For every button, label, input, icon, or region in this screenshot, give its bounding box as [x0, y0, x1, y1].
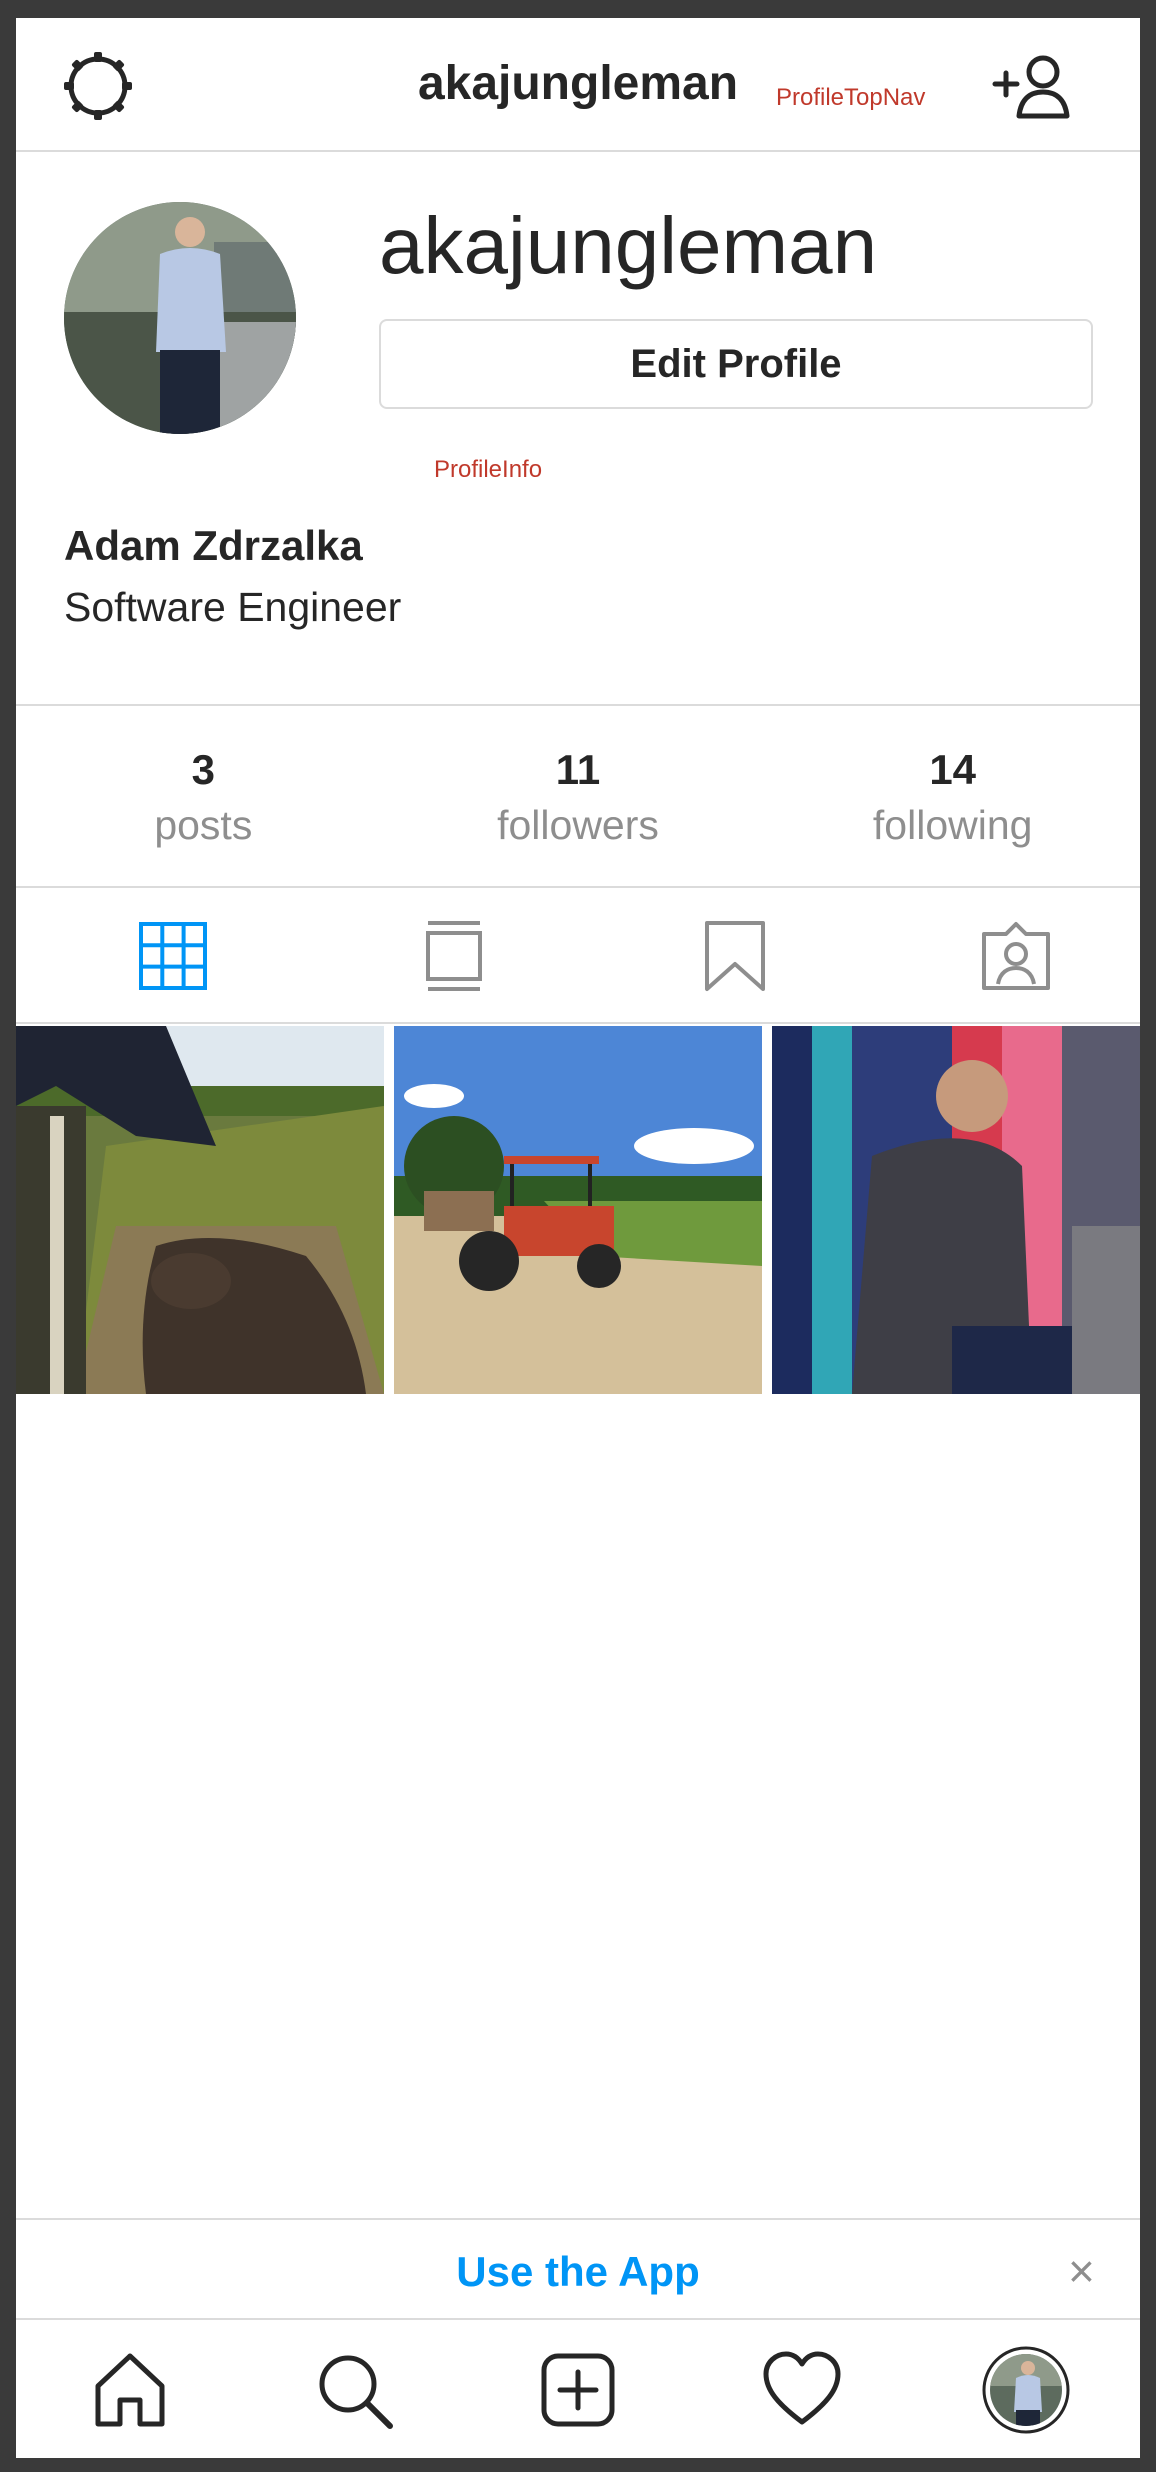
nav-username-title: akajungleman — [417, 57, 739, 110]
stat-posts-label: posts — [154, 802, 253, 848]
close-icon[interactable]: × — [1068, 2244, 1095, 2298]
edit-profile-button[interactable]: Edit Profile — [379, 319, 1093, 409]
use-app-link[interactable]: Use the App — [16, 2248, 1140, 2296]
app-frame: akajungleman ProfileTopNav akajungleman … — [16, 18, 1140, 2458]
grid-photo-2[interactable] — [394, 1026, 762, 1394]
profile-info: akajungleman Edit Profile ProfileInfo Ad… — [16, 154, 1140, 706]
profile-username: akajungleman — [379, 201, 878, 290]
feed-icon — [425, 921, 482, 991]
stat-posts: 3 posts — [16, 708, 391, 886]
tab-feed[interactable] — [313, 890, 594, 1022]
bookmark-icon — [704, 921, 765, 991]
photo-tractor — [394, 1026, 762, 1394]
stat-following-count: 14 — [929, 746, 977, 793]
tab-grid[interactable] — [32, 890, 313, 1022]
stat-followers-label: followers — [497, 802, 659, 848]
profile-avatar[interactable] — [64, 202, 296, 434]
tagged-icon — [981, 922, 1050, 990]
home-icon[interactable] — [90, 2350, 170, 2430]
tab-saved[interactable] — [594, 890, 875, 1022]
debug-label-top-nav: ProfileTopNav — [776, 84, 926, 111]
debug-label-profile-info: ProfileInfo — [434, 456, 543, 483]
heart-icon[interactable] — [762, 2350, 842, 2430]
stat-following-label: following — [872, 802, 1033, 848]
profile-avatar-icon[interactable] — [982, 2346, 1070, 2434]
profile-bio: Software Engineer — [64, 584, 402, 630]
photo-donkey — [16, 1026, 384, 1394]
profile-stats: 3 posts 11 followers 14 following — [16, 708, 1140, 888]
stat-posts-count: 3 — [191, 746, 216, 793]
grid-icon — [138, 922, 207, 990]
search-icon[interactable] — [314, 2350, 394, 2430]
photo-portrait — [772, 1026, 1140, 1394]
new-post-icon[interactable] — [538, 2350, 618, 2430]
add-user-icon[interactable] — [991, 52, 1075, 122]
grid-photo-1[interactable] — [16, 1026, 384, 1394]
bottom-nav — [16, 2322, 1140, 2458]
profile-tabs — [16, 890, 1140, 1024]
tab-tagged[interactable] — [875, 890, 1140, 1022]
profile-full-name: Adam Zdrzalka — [64, 522, 363, 569]
stat-followers[interactable]: 11 followers — [391, 708, 766, 886]
stat-followers-count: 11 — [555, 746, 601, 793]
use-app-banner: Use the App × — [16, 2218, 1140, 2320]
avatar-photo — [64, 202, 296, 434]
grid-photo-3[interactable] — [772, 1026, 1140, 1394]
profile-top-nav: akajungleman ProfileTopNav — [16, 18, 1140, 152]
stat-following[interactable]: 14 following — [765, 708, 1140, 886]
